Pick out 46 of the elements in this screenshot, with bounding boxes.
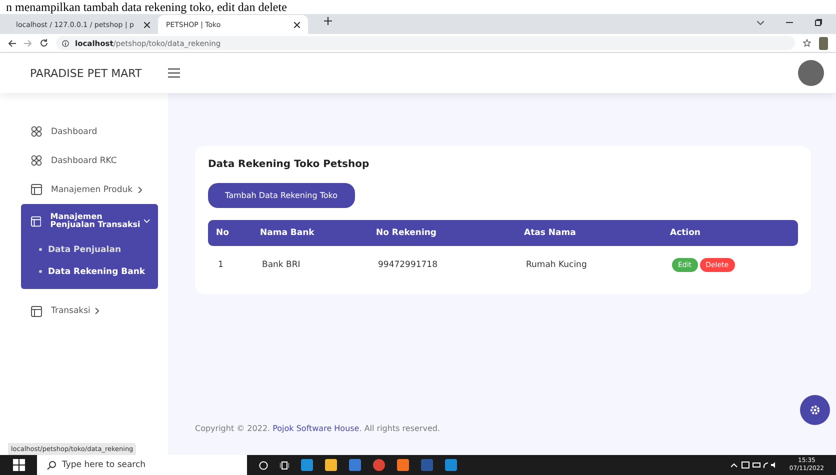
table-cell: 1	[208, 246, 252, 278]
restore-icon[interactable]	[815, 19, 822, 26]
grid-icon	[31, 126, 42, 137]
windows-logo-icon[interactable]	[13, 459, 25, 471]
layout-icon	[31, 216, 42, 227]
info-icon[interactable]	[62, 40, 69, 46]
sidebar-item[interactable]: Manajemen Penjualan Transaksi	[21, 204, 158, 239]
sidebar-item[interactable]: Transaksi	[0, 296, 168, 326]
card-title: Data Rekening Toko Petshop	[208, 159, 370, 170]
bullet-icon	[39, 270, 42, 274]
dropdown-icon[interactable]	[757, 20, 764, 24]
column-header: Action	[662, 220, 798, 246]
settings-button[interactable]	[800, 395, 830, 425]
submenu-item[interactable]: Data Rekening Bank	[48, 266, 146, 277]
table-cell: 99472991718	[368, 246, 516, 278]
submenu-item[interactable]: Data Penjualan	[48, 244, 121, 255]
menu-icon[interactable]	[168, 68, 180, 78]
close-icon[interactable]	[294, 22, 300, 28]
sidebar-item[interactable]: Dashboard	[0, 117, 168, 146]
layout-icon	[31, 306, 42, 317]
reload-icon[interactable]	[40, 39, 48, 47]
grid-icon	[31, 155, 42, 166]
document-caption: n menampilkan tambah data rekening toko, edit dan delete	[5, 0, 288, 14]
settings-icon	[809, 404, 821, 416]
table-cell: Bank BRI	[252, 246, 368, 278]
brand-title: PARADISE PET MART	[30, 66, 143, 80]
sidebar-item[interactable]: Dashboard RKC	[0, 146, 168, 175]
tray-icons[interactable]	[731, 461, 778, 469]
footer-link[interactable]: Pojok Software House	[272, 424, 360, 433]
task-view-icon[interactable]	[280, 460, 289, 470]
back-icon[interactable]	[8, 40, 16, 46]
star-icon[interactable]	[803, 39, 811, 47]
footer-text: Copyright © 2022. Pojok Software House. All rights reserved.	[195, 424, 441, 435]
column-header: No	[208, 220, 252, 246]
layout-icon	[31, 184, 42, 195]
table-cell: Rumah Kucing	[516, 246, 662, 278]
close-icon[interactable]	[144, 22, 150, 28]
bullet-icon	[39, 248, 42, 252]
add-button[interactable]: Tambah Data Rekening Toko	[208, 183, 355, 208]
circle-icon[interactable]	[259, 460, 268, 470]
column-header: Nama Bank	[252, 220, 368, 246]
column-header: No Rekening	[368, 220, 516, 246]
search-icon	[47, 460, 56, 470]
sidebar-item[interactable]: Manajemen Produk	[0, 175, 168, 204]
column-header: Atas Nama	[516, 220, 662, 246]
taskbar-search-field[interactable]: Type here to search	[62, 460, 146, 470]
